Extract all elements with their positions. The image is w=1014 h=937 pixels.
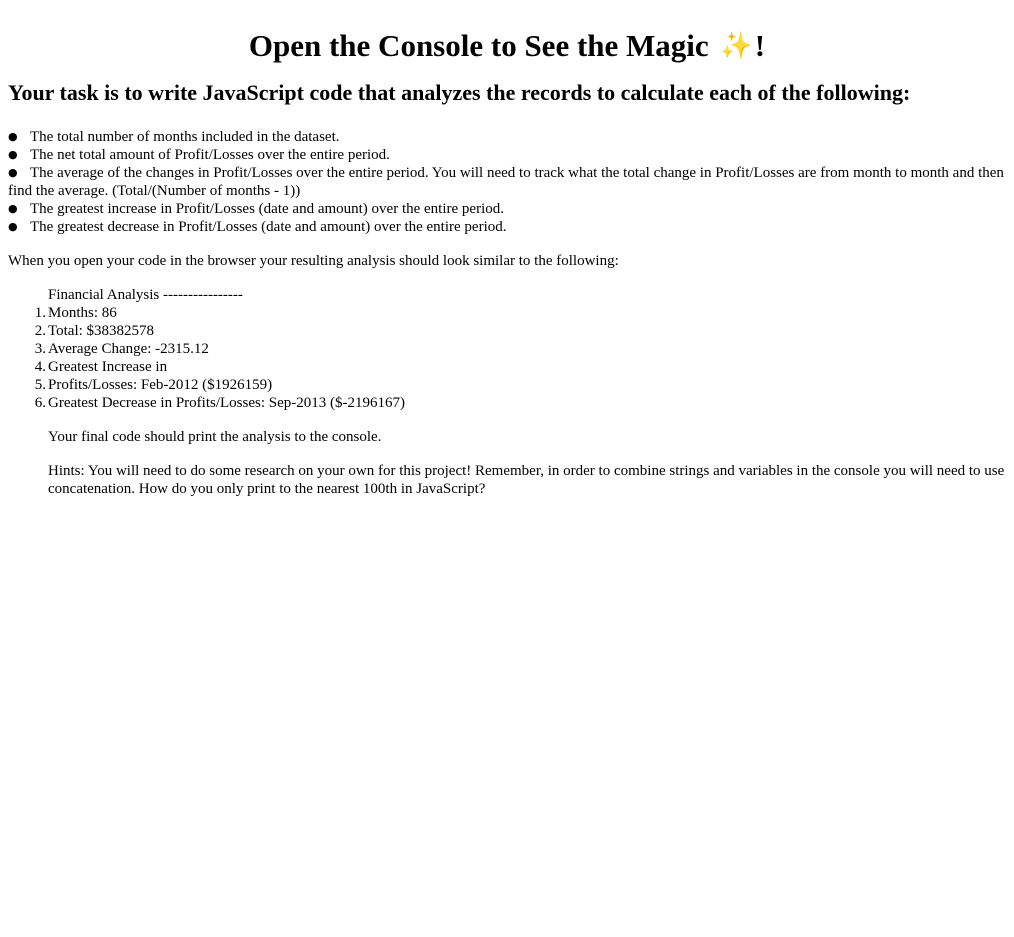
example-heading: Financial Analysis ---------------- — [48, 287, 243, 303]
task-heading: Your task is to write JavaScript code th… — [8, 80, 911, 105]
page: Open the Console to See the Magic ✨! You… — [0, 28, 1014, 498]
line-number: 5. — [34, 377, 46, 393]
analysis-line-text: Profits/Losses: Feb-2012 ($1926159) — [48, 377, 273, 393]
analysis-line: 3. Average Change: -2315.12 — [35, 340, 1006, 358]
list-item-text: The average of the changes in Profit/Los… — [8, 165, 1004, 199]
list-item: ● The average of the changes in Profit/Lo… — [8, 164, 1006, 200]
analysis-line-text: Greatest Increase in — [48, 359, 168, 375]
list-item-text: The total number of months included in t… — [30, 129, 340, 145]
analysis-line-text: Months: 86 — [48, 305, 117, 321]
analysis-line-text: Total: $38382578 — [48, 323, 155, 339]
page-title-suffix: ! — [754, 28, 766, 63]
bullet-icon: ● — [8, 220, 18, 233]
analysis-line: 6. Greatest Decrease in Profits/Losses: S… — [35, 394, 1006, 412]
list-item: ● The greatest increase in Profit/Losses … — [8, 200, 1006, 218]
line-number: 2. — [34, 323, 46, 339]
bullet-icon: ● — [8, 148, 18, 161]
list-item: ● The net total amount of Profit/Losses o… — [8, 146, 1006, 164]
analysis-line: 4. Greatest Increase in — [35, 358, 1006, 376]
page-title: Open the Console to See the Magic ✨! — [8, 28, 1006, 64]
line-number: 6. — [34, 395, 46, 411]
intro-text: When you open your code in the browser y… — [8, 253, 619, 269]
analysis-list: 1. Months: 86 2. Total: $38382578 3. Averag… — [35, 304, 1006, 412]
list-item-text: The net total amount of Profit/Losses ov… — [30, 147, 390, 163]
bullet-icon: ● — [8, 130, 18, 143]
sparkles-icon: ✨ — [720, 31, 753, 61]
task-list: ● The total number of months included in … — [8, 128, 1006, 236]
bullet-icon: ● — [8, 166, 18, 179]
bullet-icon: ● — [8, 202, 18, 215]
list-item-text: The greatest increase in Profit/Losses (… — [30, 201, 504, 217]
list-item-text: The greatest decrease in Profit/Losses (… — [30, 219, 507, 235]
list-item: ● The total number of months included in … — [8, 128, 1006, 146]
page-title-text: Open the Console to See the Magic — [248, 28, 709, 63]
final-text: Your final code should print the analysi… — [48, 429, 382, 445]
analysis-line: 1. Months: 86 — [35, 304, 1006, 322]
analysis-line: 2. Total: $38382578 — [35, 322, 1006, 340]
list-item: ● The greatest decrease in Profit/Losses … — [8, 218, 1006, 236]
line-number: 3. — [34, 341, 46, 357]
line-number: 4. — [34, 359, 46, 375]
example-output: Financial Analysis ---------------- 1. Mo… — [35, 286, 1006, 498]
analysis-line-text: Average Change: -2315.12 — [48, 341, 209, 357]
line-number: 1. — [34, 305, 46, 321]
hints-text: Hints: You will need to do some research… — [48, 463, 1005, 497]
analysis-line: 5. Profits/Losses: Feb-2012 ($1926159) — [35, 376, 1006, 394]
analysis-line-text: Greatest Decrease in Profits/Losses: Sep… — [48, 395, 405, 411]
